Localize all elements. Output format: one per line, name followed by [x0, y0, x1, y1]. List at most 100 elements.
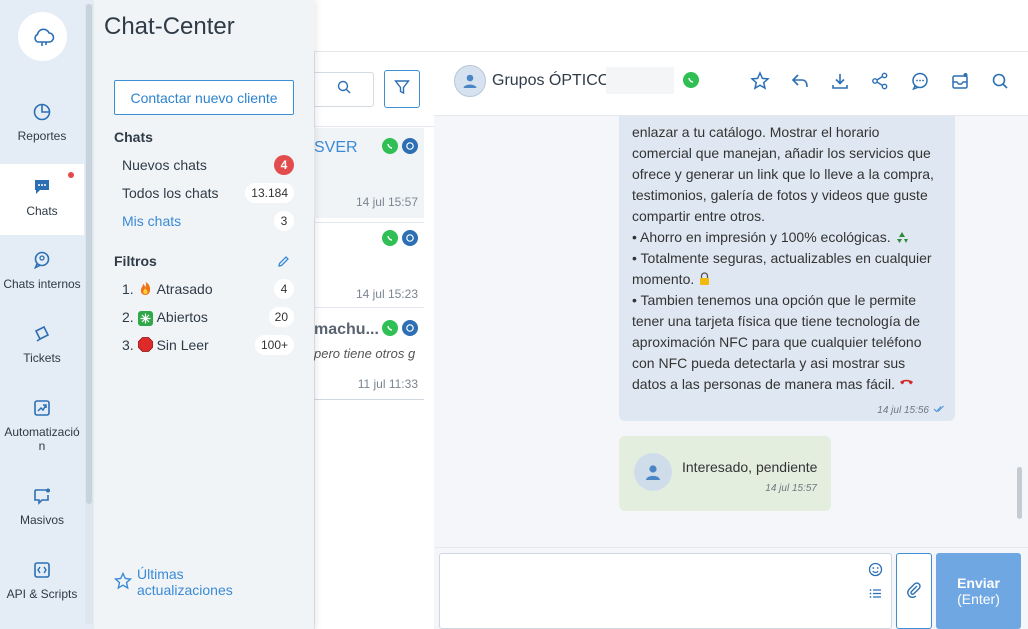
avatar[interactable] — [454, 65, 486, 97]
header-actions — [740, 71, 1020, 91]
chat-preview: pero tiene otros g — [314, 346, 416, 361]
count-badge: 100+ — [254, 335, 294, 355]
filter-label: Atrasado — [156, 281, 213, 297]
channel-icons — [382, 230, 418, 246]
avatar — [634, 453, 672, 491]
filter-nuevos-chats[interactable]: Nuevos chats 4 — [114, 153, 294, 177]
nav-reportes[interactable]: Reportes — [0, 92, 84, 154]
share-icon[interactable] — [860, 71, 900, 91]
chart-pie-icon — [32, 102, 52, 122]
nav-label: Reportes — [17, 129, 67, 143]
chat-name: machu... — [314, 321, 379, 338]
panel-title: Chat-Center — [104, 13, 235, 40]
chat-icon — [32, 177, 52, 197]
new-client-button[interactable]: Contactar nuevo cliente — [114, 80, 294, 115]
bullet-text: • Ahorro en impresión y 100% ecológicas. — [632, 229, 891, 245]
filter-num: 1. — [122, 281, 134, 297]
count-badge: 20 — [268, 307, 294, 327]
contact-name: Grupos ÓPTICO — [492, 72, 611, 89]
filter-button[interactable] — [384, 70, 420, 108]
attach-button[interactable] — [896, 553, 932, 629]
internal-chat-icon — [402, 230, 418, 246]
bullet-text: • Tambien tenemos una opción que le perm… — [632, 292, 922, 392]
chat-list-item[interactable]: machu... pero tiene otros g 11 jul 11:33 — [314, 312, 424, 400]
message-input[interactable] — [439, 553, 892, 629]
whatsapp-icon — [382, 138, 398, 154]
whatsapp-icon — [382, 320, 398, 336]
chat-search-input[interactable] — [314, 72, 374, 107]
count-badge: 13.184 — [245, 183, 294, 203]
inbox-icon[interactable] — [940, 71, 980, 91]
channel-icons — [382, 138, 418, 154]
nav-api-scripts[interactable]: API & Scripts — [0, 550, 84, 612]
search-icon[interactable] — [980, 71, 1020, 91]
phone-icon — [899, 376, 914, 392]
star-icon[interactable] — [740, 71, 780, 91]
cloud-logo-icon[interactable] — [18, 12, 67, 61]
note-bubble: Interesado, pendiente 14 jul 15:57 — [619, 436, 831, 511]
message-time: 14 jul 15:56 — [877, 405, 929, 416]
internal-chat-icon — [402, 138, 418, 154]
automation-icon — [32, 398, 52, 418]
edit-pencil-icon[interactable] — [277, 255, 290, 273]
send-hint: (Enter) — [957, 591, 1000, 607]
nav-label: API & Scripts — [6, 587, 78, 601]
nav-scrollbar[interactable] — [85, 4, 93, 624]
filter-label-wrap: 2. Abiertos — [122, 309, 208, 326]
nav-label: Chats — [26, 204, 58, 218]
nav-scroll-thumb[interactable] — [86, 4, 92, 504]
row-label: Mis chats — [122, 213, 182, 229]
nav-label: Masivos — [19, 513, 64, 527]
reply-icon[interactable] — [780, 71, 820, 91]
send-button[interactable]: Enviar (Enter) — [936, 553, 1021, 629]
internal-chat-icon — [402, 320, 418, 336]
bullet-text: • Totalmente seguras, actualizables en c… — [632, 250, 932, 287]
filter-num: 3. — [122, 337, 134, 353]
divider — [314, 126, 434, 127]
recycle-icon — [895, 229, 909, 245]
latest-updates-link[interactable]: Últimas actualizaciones — [113, 566, 247, 598]
message-area[interactable]: enlazar a tu catálogo. Mostrar el horari… — [434, 116, 1028, 547]
filters-heading: Filtros — [114, 253, 157, 269]
filter-sin-leer[interactable]: 3. Sin Leer 100+ — [114, 333, 294, 357]
nav-automatizacion[interactable]: Automatización — [0, 388, 84, 462]
comment-icon[interactable] — [900, 71, 940, 91]
note-text: Interesado, pendiente — [682, 459, 818, 475]
nav-chats-internos[interactable]: Chats internos — [0, 240, 84, 302]
sparkle-icon — [137, 310, 153, 326]
count-badge: 4 — [274, 279, 294, 299]
download-icon[interactable] — [820, 71, 860, 91]
chat-list-item[interactable]: 14 jul 15:23 — [314, 222, 424, 308]
filter-todos-chats[interactable]: Todos los chats 13.184 — [114, 181, 294, 205]
nav-label: Tickets — [23, 351, 61, 365]
nav-chats[interactable]: Chats — [0, 164, 84, 235]
message-timestamp-wrap: 14 jul 15:56 — [877, 405, 945, 416]
filter-mis-chats[interactable]: Mis chats 3 — [114, 209, 294, 233]
top-bar — [314, 0, 1028, 52]
row-label: Todos los chats — [122, 185, 219, 201]
nav-masivos[interactable]: Masivos — [0, 476, 84, 538]
send-label: Enviar — [957, 575, 1000, 591]
channel-icons — [382, 320, 418, 336]
composer: Enviar (Enter) — [434, 547, 1028, 629]
nav-label: Automatización — [4, 425, 80, 453]
chat-center-panel: Chat-Center Contactar nuevo cliente Chat… — [94, 0, 314, 629]
filter-abiertos[interactable]: 2. Abiertos 20 — [114, 305, 294, 329]
redacted-area — [606, 67, 674, 94]
chat-time: 14 jul 15:23 — [355, 287, 418, 301]
notification-dot — [68, 172, 74, 178]
count-badge: 3 — [274, 211, 294, 231]
emoji-icon[interactable] — [868, 562, 883, 582]
message-text-line: • Ahorro en impresión y 100% ecológicas. — [632, 227, 941, 248]
latest-updates-label: Últimas actualizaciones — [137, 566, 233, 598]
nav-tickets[interactable]: Tickets — [0, 314, 84, 376]
message-text-line: • Tambien tenemos una opción que le perm… — [632, 290, 941, 395]
chat-list-item[interactable]: SVER 14 jul 15:57 — [314, 128, 424, 218]
fire-icon — [138, 281, 153, 296]
message-scrollbar[interactable] — [1017, 467, 1022, 519]
filter-num: 2. — [122, 308, 134, 325]
filter-atrasado[interactable]: 1. Atrasado 4 — [114, 277, 294, 301]
list-icon[interactable] — [869, 586, 882, 604]
funnel-icon — [394, 79, 410, 100]
code-icon — [32, 560, 52, 580]
